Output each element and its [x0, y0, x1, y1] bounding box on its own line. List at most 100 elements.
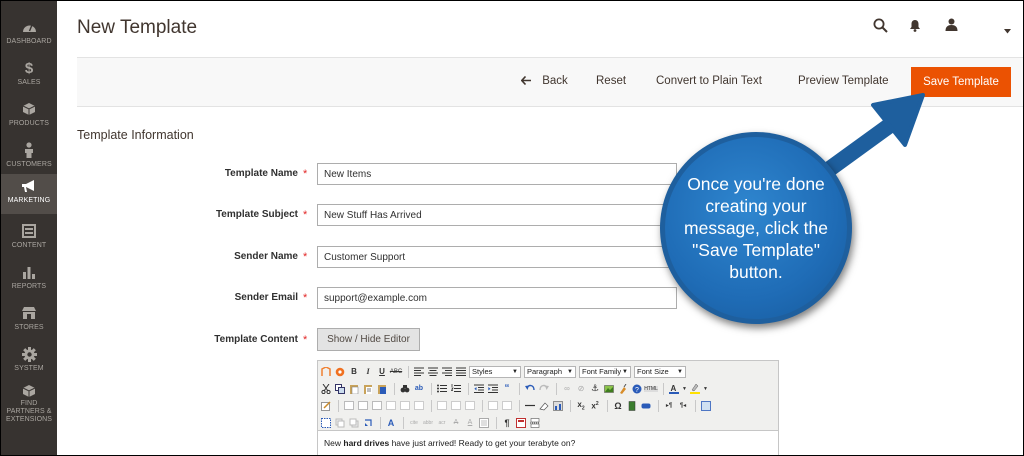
anchor-icon[interactable]: ⚓ — [589, 383, 601, 395]
bullet-list-icon[interactable] — [436, 383, 448, 395]
insert-variable-icon[interactable] — [334, 366, 346, 378]
right-to-left-icon[interactable]: ¶◂ — [677, 400, 689, 412]
sidebar-item-sales[interactable]: $ SALES — [1, 56, 57, 96]
magento-widget-icon[interactable] — [320, 366, 332, 378]
sidebar-item-content[interactable]: CONTENT — [1, 219, 57, 259]
deletion-icon[interactable]: A — [450, 417, 462, 429]
underline-icon[interactable]: U — [376, 366, 388, 378]
cleanup-icon[interactable] — [617, 383, 629, 395]
replace-icon[interactable]: ab — [413, 383, 425, 395]
cell-properties-icon[interactable] — [371, 400, 383, 412]
preview-template-button[interactable]: Preview Template — [798, 75, 889, 87]
sidebar-item-find-partners[interactable]: FIND PARTNERS & EXTENSIONS — [1, 381, 57, 423]
align-right-icon[interactable] — [441, 366, 453, 378]
indent-icon[interactable] — [487, 383, 499, 395]
font-family-select[interactable]: Font Family ▼ — [579, 365, 631, 378]
blockquote-icon[interactable]: “ — [501, 383, 513, 395]
page-break-icon[interactable] — [529, 417, 541, 429]
align-center-icon[interactable] — [427, 366, 439, 378]
insert-column-before-icon[interactable] — [436, 400, 448, 412]
chevron-down-icon[interactable]: ▼ — [703, 383, 708, 395]
remove-formatting-icon[interactable] — [538, 400, 550, 412]
paste-word-icon[interactable] — [376, 383, 388, 395]
insert-column-after-icon[interactable] — [450, 400, 462, 412]
copy-icon[interactable] — [334, 383, 346, 395]
align-left-icon[interactable] — [413, 366, 425, 378]
unlink-icon[interactable]: ⊘ — [575, 383, 587, 395]
edit-css-style-icon[interactable] — [320, 400, 332, 412]
account-dropdown-chevron-icon[interactable] — [1004, 21, 1011, 39]
user-avatar-icon[interactable] — [945, 18, 958, 36]
redo-icon[interactable] — [538, 383, 550, 395]
undo-icon[interactable] — [524, 383, 536, 395]
split-cells-icon[interactable] — [487, 400, 499, 412]
merge-cells-icon[interactable] — [501, 400, 513, 412]
style-props-icon[interactable]: A — [385, 417, 397, 429]
numbered-list-icon[interactable] — [450, 383, 462, 395]
sidebar-item-system[interactable]: SYSTEM — [1, 342, 57, 382]
chevron-down-icon[interactable]: ▼ — [682, 383, 687, 395]
styles-select[interactable]: Styles ▼ — [469, 365, 521, 378]
convert-to-plain-text-button[interactable]: Convert to Plain Text — [656, 75, 762, 87]
move-backward-icon[interactable] — [348, 417, 360, 429]
fullscreen-icon[interactable] — [700, 400, 712, 412]
absolute-position-icon[interactable] — [362, 417, 374, 429]
special-character-icon[interactable]: Ω — [612, 400, 624, 412]
italic-icon[interactable]: I — [362, 366, 374, 378]
sidebar-item-marketing[interactable]: MARKETING — [1, 174, 57, 214]
subscript-icon[interactable]: x2 — [575, 400, 587, 412]
html-source-icon[interactable]: HTML — [644, 383, 658, 395]
cite-icon[interactable]: cite — [408, 417, 420, 429]
paragraph-select[interactable]: Paragraph ▼ — [524, 365, 576, 378]
outdent-icon[interactable] — [473, 383, 485, 395]
insert-widget-icon[interactable] — [640, 400, 652, 412]
superscript-icon[interactable]: x2 — [589, 400, 601, 412]
sender-email-input[interactable] — [317, 287, 677, 309]
font-size-select[interactable]: Font Size ▼ — [634, 365, 686, 378]
attributes-icon[interactable] — [478, 417, 490, 429]
horizontal-rule-icon[interactable] — [524, 400, 536, 412]
insertion-icon[interactable]: A — [464, 417, 476, 429]
search-icon[interactable] — [873, 18, 888, 38]
highlight-color-icon[interactable] — [689, 383, 701, 395]
insert-row-before-icon[interactable] — [385, 400, 397, 412]
insert-media-icon[interactable] — [626, 400, 638, 412]
template-icon[interactable] — [515, 417, 527, 429]
sidebar-item-stores[interactable]: STORES — [1, 301, 57, 341]
paste-text-icon[interactable] — [362, 383, 374, 395]
help-icon[interactable]: ? — [631, 383, 643, 395]
strikethrough-icon[interactable]: ABC — [390, 366, 402, 378]
left-to-right-icon[interactable]: ▸¶ — [663, 400, 675, 412]
template-subject-input[interactable] — [317, 204, 677, 226]
move-forward-icon[interactable] — [334, 417, 346, 429]
abbreviation-icon[interactable]: abbr — [422, 417, 434, 429]
insert-image-icon[interactable] — [603, 383, 615, 395]
sender-name-input[interactable] — [317, 246, 677, 268]
cut-icon[interactable] — [320, 383, 332, 395]
show-blocks-icon[interactable]: ¶ — [501, 417, 513, 429]
bold-icon[interactable]: B — [348, 366, 360, 378]
sidebar-item-products[interactable]: PRODUCTS — [1, 97, 57, 137]
notifications-bell-icon[interactable] — [909, 19, 921, 37]
row-properties-icon[interactable] — [357, 400, 369, 412]
text-color-icon[interactable]: A — [668, 383, 680, 395]
acronym-icon[interactable]: acr — [436, 417, 448, 429]
sidebar-item-dashboard[interactable]: DASHBOARD — [1, 15, 57, 55]
back-button[interactable]: Back — [520, 75, 568, 87]
delete-row-icon[interactable] — [413, 400, 425, 412]
show-hide-editor-button[interactable]: Show / Hide Editor — [317, 328, 420, 351]
sidebar-item-customers[interactable]: CUSTOMERS — [1, 138, 57, 178]
link-icon[interactable]: ∞ — [561, 383, 573, 395]
find-icon[interactable] — [399, 383, 411, 395]
template-name-input[interactable] — [317, 163, 677, 185]
editor-content-area[interactable]: New hard drives have just arrived! Ready… — [318, 430, 778, 455]
align-justify-icon[interactable] — [455, 366, 467, 378]
delete-column-icon[interactable] — [464, 400, 476, 412]
reset-button[interactable]: Reset — [596, 75, 626, 87]
insert-table-icon[interactable] — [343, 400, 355, 412]
visual-aid-icon[interactable] — [552, 400, 564, 412]
insert-row-after-icon[interactable] — [399, 400, 411, 412]
sidebar-item-reports[interactable]: REPORTS — [1, 260, 57, 300]
insert-layer-icon[interactable] — [320, 417, 332, 429]
paste-icon[interactable] — [348, 383, 360, 395]
